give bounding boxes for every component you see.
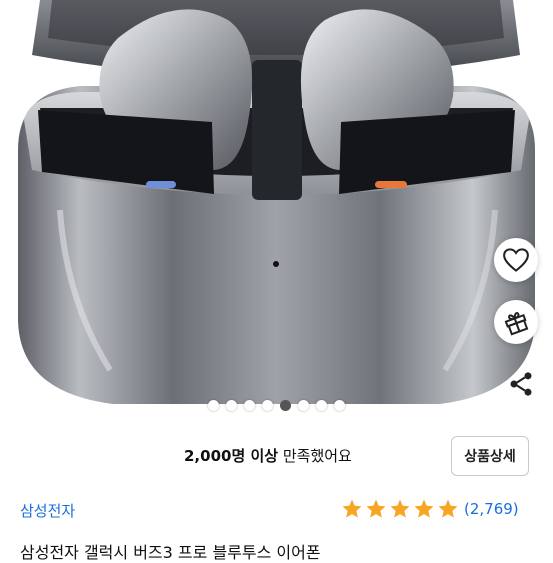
star-icon bbox=[438, 499, 458, 518]
brand-link[interactable]: 삼성전자 bbox=[20, 500, 75, 521]
satisfaction-count: 2,000명 이상 bbox=[184, 447, 279, 465]
star-icon bbox=[390, 499, 410, 518]
carousel-dot[interactable] bbox=[262, 400, 273, 411]
gift-icon bbox=[504, 312, 529, 336]
share-icon bbox=[510, 372, 532, 396]
carousel-dot-active[interactable] bbox=[280, 400, 291, 411]
share-button[interactable] bbox=[503, 366, 539, 402]
earbuds-case-image bbox=[0, 0, 553, 423]
carousel-dot[interactable] bbox=[208, 400, 219, 411]
wishlist-button[interactable] bbox=[494, 238, 538, 282]
star-icon bbox=[366, 499, 386, 518]
carousel-dot[interactable] bbox=[298, 400, 309, 411]
product-detail-button[interactable]: 상품상세 bbox=[451, 436, 529, 476]
review-count[interactable]: (2,769) bbox=[464, 500, 519, 518]
gift-button[interactable] bbox=[494, 300, 538, 344]
product-title: 삼성전자 갤럭시 버즈3 프로 블루투스 이어폰 bbox=[20, 543, 321, 562]
rating-summary[interactable]: (2,769) bbox=[341, 498, 519, 520]
carousel-indicator bbox=[0, 400, 553, 411]
satisfaction-suffix: 만족했어요 bbox=[282, 447, 352, 465]
carousel-dot[interactable] bbox=[334, 400, 345, 411]
carousel-dot[interactable] bbox=[316, 400, 327, 411]
star-icon bbox=[342, 499, 362, 518]
product-image[interactable] bbox=[0, 0, 553, 423]
carousel-dot[interactable] bbox=[244, 400, 255, 411]
star-icon bbox=[414, 499, 434, 518]
carousel-dot[interactable] bbox=[226, 400, 237, 411]
heart-icon bbox=[503, 248, 529, 272]
